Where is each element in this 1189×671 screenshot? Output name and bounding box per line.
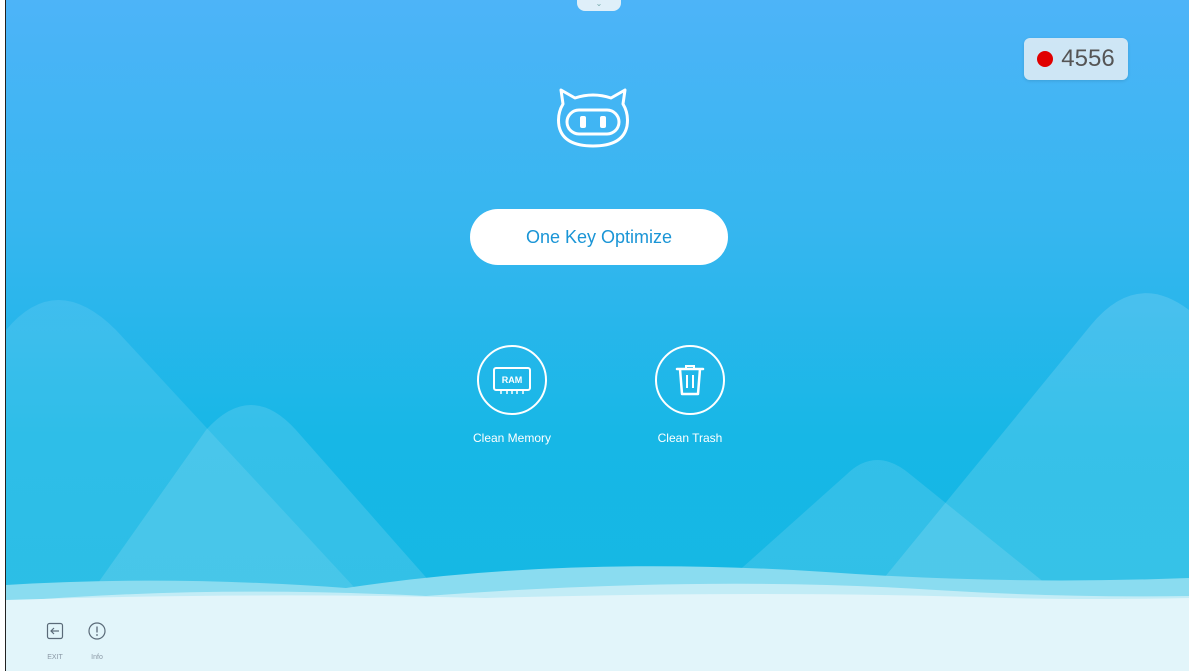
chevron-down-icon: ⌄ [595,0,603,8]
clean-memory-label: Clean Memory [472,431,552,445]
clean-memory-button[interactable]: RAM [477,345,547,415]
recording-count: 4556 [1061,45,1115,72]
robot-mascot-icon [557,88,629,148]
ram-chip-icon: RAM [493,367,531,394]
clean-memory-tool[interactable]: RAM Clean Memory [457,345,567,445]
pull-down-handle[interactable]: ⌄ [577,0,621,11]
info-icon [88,622,106,640]
recording-counter: 4556 [1024,38,1128,80]
exit-icon [46,622,64,640]
clean-trash-label: Clean Trash [657,431,723,445]
clean-trash-button[interactable] [655,345,725,415]
bottom-actions: EXIT Info [44,621,108,661]
exit-button[interactable]: EXIT [44,621,66,661]
record-dot-icon [1037,51,1054,67]
info-button[interactable]: Info [86,621,108,661]
cleaner-screen: ⌄ 4556 One Key Optimize RAM Clean Memory [6,0,1189,671]
info-label: Info [91,654,103,661]
exit-label: EXIT [47,654,63,661]
one-key-optimize-button[interactable]: One Key Optimize [470,209,728,265]
clean-trash-tool[interactable]: Clean Trash [635,345,745,445]
ram-chip-text: RAM [502,375,523,385]
trash-icon [675,365,705,396]
